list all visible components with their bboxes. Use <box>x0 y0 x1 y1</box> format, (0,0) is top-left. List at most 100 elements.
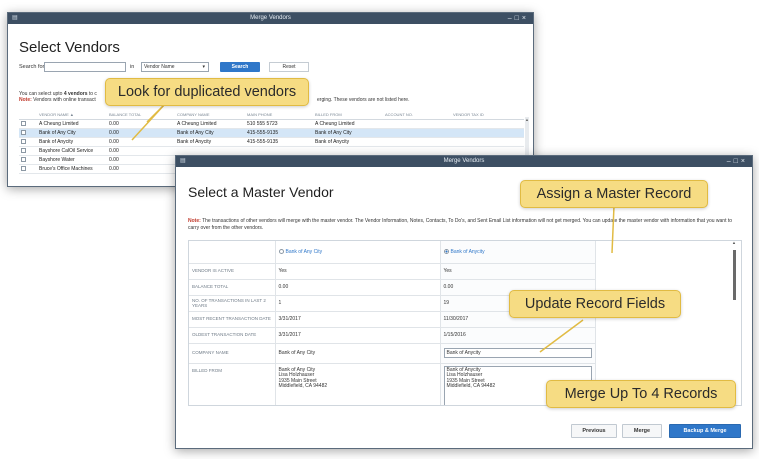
comparison-scrollbar[interactable]: ▲ ▼ <box>732 240 737 400</box>
column-header[interactable]: COMPANY NAME <box>175 111 245 120</box>
table-cell: A Cheung Limited <box>175 119 245 129</box>
table-cell: Bank of Any City <box>37 128 107 138</box>
field-label: NO. OF TRANSACTIONS IN LAST 2 YEARS <box>189 295 276 312</box>
option-b-label[interactable]: Bank of Anycity <box>451 249 485 255</box>
option-b-value: Yes <box>440 263 596 280</box>
company-a-value: Bank of Any City <box>275 343 441 364</box>
table-cell: Bank of Anycity <box>37 137 107 147</box>
table-row[interactable]: A Cheung Limited 0.00 A Cheung Limited 510 … <box>19 119 524 129</box>
window-title: Merge Vendors <box>250 15 291 21</box>
empty-area <box>595 241 725 263</box>
master-radio-b[interactable] <box>443 249 449 255</box>
minimize-icon[interactable]: – <box>508 15 515 22</box>
table-cell <box>245 146 313 156</box>
column-header[interactable]: BALANCE TOTAL <box>107 111 175 120</box>
table-cell: 0.00 <box>107 137 175 147</box>
table-cell: A Cheung Limited <box>37 119 107 129</box>
option-a-value: 3/31/2017 <box>275 327 441 344</box>
table-cell: 510 555 5723 <box>245 119 313 129</box>
merge-button[interactable]: Merge <box>622 424 662 438</box>
column-header[interactable]: BILLED FROM <box>313 111 383 120</box>
table-cell: 0.00 <box>107 155 175 165</box>
chevron-up-icon[interactable]: ▲ <box>732 240 736 245</box>
table-cell: 0.00 <box>107 119 175 129</box>
chevron-up-icon[interactable]: ▲ <box>525 117 529 122</box>
search-button[interactable]: Search <box>220 62 260 72</box>
comparison-row: VENDOR IS ACTIVE Yes Yes <box>189 263 725 280</box>
callout-master: Assign a Master Record <box>520 180 708 208</box>
option-a-label[interactable]: Bank of Any City <box>286 249 323 255</box>
table-cell: A Cheung Limited <box>313 119 383 129</box>
table-cell: Bank of Any City <box>175 128 245 138</box>
field-label: VENDOR IS ACTIVE <box>189 263 276 280</box>
row-checkbox[interactable] <box>21 138 26 144</box>
close-icon[interactable]: × <box>522 15 529 22</box>
table-row[interactable]: Bank of Anycity 0.00 Bank of Anycity 415-55… <box>19 137 524 147</box>
minimize-icon[interactable]: – <box>727 158 734 165</box>
search-label: Search for <box>19 64 45 70</box>
maximize-icon[interactable]: □ <box>515 15 522 22</box>
table-cell <box>451 128 524 138</box>
chevron-down-icon: ▾ <box>202 64 205 70</box>
row-checkbox[interactable] <box>21 147 26 153</box>
search-field-select[interactable]: Vendor Name ▾ <box>141 62 209 72</box>
scrollbar-thumb[interactable] <box>733 250 736 300</box>
note-label: Note: <box>19 97 32 103</box>
previous-button[interactable]: Previous <box>571 424 617 438</box>
maximize-icon[interactable]: □ <box>734 158 741 165</box>
row-checkbox[interactable] <box>21 129 26 135</box>
option-b-cell[interactable]: Bank of Anycity <box>440 241 596 264</box>
search-input[interactable] <box>44 62 126 72</box>
option-b-value: 1/15/2016 <box>440 327 596 344</box>
reset-button[interactable]: Reset <box>269 62 309 72</box>
vendor-table-header: VENDOR NAME ▲ BALANCE TOTAL COMPANY NAME… <box>19 111 524 120</box>
table-cell <box>383 137 451 147</box>
row-checkbox-cell <box>19 155 37 165</box>
table-row[interactable]: Bank of Any City 0.00 Bank of Any City 415-… <box>19 128 524 138</box>
note-text: Vendors with online transact <box>33 97 96 103</box>
field-label: BILLED FROM <box>189 363 276 405</box>
window-title: Merge Vendors <box>443 158 485 164</box>
address-line: Middlefield, CA 94482 <box>278 383 328 389</box>
table-cell <box>383 146 451 156</box>
title-bar: ▤ Merge Vendors –□× <box>8 13 533 24</box>
column-header[interactable]: VENDOR NAME ▲ <box>37 111 107 120</box>
company-name-field[interactable]: Bank of Anycity <box>443 348 592 358</box>
field-label: OLDEST TRANSACTION DATE <box>189 327 276 344</box>
option-row: Bank of Any City Bank of Anycity <box>189 241 725 264</box>
select-note-tail: erging. These vendors are not listed her… <box>317 97 410 103</box>
company-b-cell: Bank of Anycity <box>440 343 596 364</box>
field-label: COMPANY NAME <box>189 343 276 364</box>
blank-label <box>189 241 276 264</box>
callout-update: Update Record Fields <box>509 290 681 318</box>
table-cell: 0.00 <box>107 146 175 156</box>
table-cell: Bruce's Office Machines <box>37 164 107 174</box>
row-checkbox[interactable] <box>21 120 26 126</box>
table-cell: Bank of Any City <box>313 128 383 138</box>
window-controls: –□× <box>508 13 529 24</box>
table-cell: 0.00 <box>107 128 175 138</box>
master-radio-a[interactable] <box>278 249 284 255</box>
page-title: Select a Master Vendor <box>188 184 334 200</box>
callout-duplicates: Look for duplicated vendors <box>105 78 309 106</box>
field-label: BALANCE TOTAL <box>189 279 276 296</box>
row-checkbox[interactable] <box>21 165 26 171</box>
table-cell <box>313 146 383 156</box>
table-row[interactable]: Bayshore CalOil Service 0.00 <box>19 146 524 156</box>
column-header[interactable]: ACCOUNT NO. <box>383 111 451 120</box>
search-in-label: in <box>130 64 135 70</box>
option-a-value: 1 <box>275 295 441 312</box>
table-cell: 415-555-9135 <box>245 137 313 147</box>
close-icon[interactable]: × <box>741 158 748 165</box>
table-cell <box>451 137 524 147</box>
column-header[interactable]: VENDOR TAX ID <box>451 111 524 120</box>
row-checkbox[interactable] <box>21 156 26 162</box>
table-cell: Bank of Anycity <box>313 137 383 147</box>
option-a-cell[interactable]: Bank of Any City <box>275 241 441 264</box>
table-cell: 415-555-9135 <box>245 128 313 138</box>
backup-merge-button[interactable]: Backup & Merge <box>669 424 741 438</box>
page-title: Select Vendors <box>19 39 120 56</box>
title-bar: ▤ Merge Vendors –□× <box>176 156 752 167</box>
table-cell <box>451 119 524 129</box>
column-header[interactable]: MAIN PHONE <box>245 111 313 120</box>
